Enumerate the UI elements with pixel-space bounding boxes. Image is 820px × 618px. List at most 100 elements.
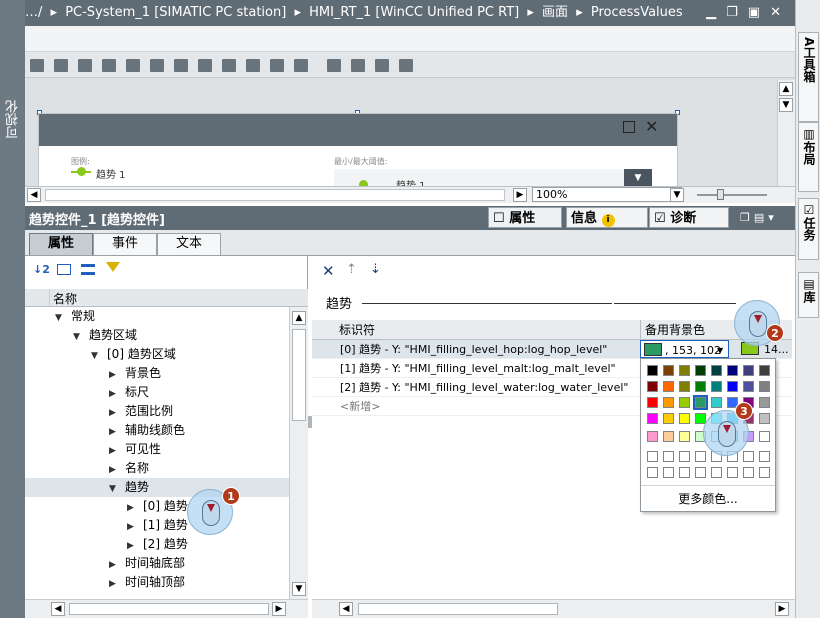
color-swatch[interactable] — [663, 365, 674, 376]
delete-icon[interactable]: ✕ — [322, 262, 335, 280]
bring-front-icon[interactable] — [327, 59, 341, 72]
color-swatch[interactable] — [743, 365, 754, 376]
tree-item[interactable]: ▶ 范围比例 — [25, 402, 290, 421]
tree-item[interactable]: ▶ 标尺 — [25, 383, 290, 402]
breadcrumb-screens[interactable]: 画面 — [542, 5, 568, 20]
color-swatch[interactable] — [743, 467, 754, 478]
color-swatch[interactable] — [663, 413, 674, 424]
align-right-icon[interactable] — [150, 59, 164, 72]
expand-icon[interactable]: ▶ — [109, 575, 119, 594]
color-swatch[interactable] — [679, 451, 690, 462]
color-swatch[interactable] — [679, 397, 690, 408]
restore-icon[interactable]: ❐ — [726, 5, 744, 20]
tab-texts[interactable]: 文本 — [157, 233, 221, 255]
color-swatch[interactable] — [647, 451, 658, 462]
tab-diagnostics[interactable]: ☑ 诊断 — [649, 207, 729, 228]
tree-item[interactable]: ▶ [0] 趋势 — [25, 497, 290, 516]
zoom-dropdown-icon[interactable]: ▼ — [670, 188, 684, 202]
color-swatch[interactable] — [695, 451, 706, 462]
color-swatch[interactable] — [663, 431, 674, 442]
scroll-left-icon[interactable]: ◀ — [51, 602, 65, 616]
color-swatch[interactable] — [647, 467, 658, 478]
group-icon[interactable] — [57, 264, 71, 275]
same-height-icon[interactable] — [294, 59, 308, 72]
color-swatch[interactable] — [711, 397, 722, 408]
maximize-icon[interactable]: ▣ — [748, 5, 766, 20]
scroll-left-icon[interactable]: ◀ — [339, 602, 353, 616]
move-up-icon[interactable]: ⇡ — [346, 262, 357, 277]
color-swatch[interactable] — [693, 395, 708, 410]
breadcrumb-root[interactable]: …/ — [25, 5, 42, 20]
move-down-icon[interactable]: ⇣ — [370, 262, 381, 277]
color-swatch[interactable] — [759, 431, 770, 442]
color-swatch[interactable] — [647, 431, 658, 442]
trend-control-preview[interactable]: ✕ 图例: 趋势 1 最小/最大阈值: 趋势 1 ▼ — [38, 113, 678, 192]
tab-info[interactable]: 信息 i — [566, 207, 648, 228]
panel-controls-icon[interactable]: ❐▤▾ — [740, 211, 778, 224]
tab-props[interactable]: 属性 — [29, 233, 93, 255]
align-center-icon[interactable] — [126, 59, 140, 72]
color-swatch[interactable] — [695, 467, 706, 478]
tree-item[interactable]: ▶ [1] 趋势 — [25, 516, 290, 535]
close-icon[interactable]: ✕ — [645, 117, 658, 136]
tree-vscroll[interactable]: ▲ ▼ — [289, 307, 308, 599]
canvas-vscroll[interactable]: ▲ ▼ — [777, 80, 795, 188]
color-field[interactable]: , 153, 102 ▼ — [640, 340, 729, 358]
align-middle-icon[interactable] — [198, 59, 212, 72]
color-swatch[interactable] — [647, 381, 658, 392]
canvas-hscroll[interactable]: ◀ ▶ 100% ▼ — [25, 186, 795, 203]
color-swatch[interactable] — [679, 467, 690, 478]
tree-item[interactable]: ▶ 背景色 — [25, 364, 290, 383]
rotate-left-icon[interactable] — [30, 59, 44, 72]
tree-item[interactable]: ▼ [0] 趋势区域 — [25, 345, 290, 364]
color-swatch[interactable] — [759, 451, 770, 462]
color-swatch[interactable] — [759, 365, 770, 376]
scroll-up-icon[interactable]: ▲ — [779, 82, 793, 96]
tree-item[interactable]: ▶ [2] 趋势 — [25, 535, 290, 554]
layout-tab[interactable]: ▥布局 — [798, 122, 819, 192]
table-row[interactable]: [0] 趋势 - Y: "HMI_filling_level_hop:log_h… — [312, 340, 792, 359]
scroll-down-icon[interactable]: ▼ — [292, 582, 306, 596]
toolbox-tab[interactable]: A工具箱 — [798, 32, 819, 122]
scroll-thumb[interactable] — [45, 189, 505, 201]
scroll-up-icon[interactable]: ▲ — [292, 311, 306, 325]
tab-events[interactable]: 事件 — [93, 233, 157, 255]
minimize-icon[interactable]: ▁ — [706, 5, 722, 20]
color-swatch[interactable] — [679, 365, 690, 376]
breadcrumb-processvalues[interactable]: ProcessValues — [591, 5, 683, 20]
color-swatch[interactable] — [759, 397, 770, 408]
close-icon[interactable]: ✕ — [770, 5, 787, 20]
align-left-icon[interactable] — [102, 59, 116, 72]
more-colors-button[interactable]: 更多颜色... — [641, 485, 775, 511]
tree-hscroll[interactable]: ◀ ▶ — [25, 599, 308, 618]
tree-item[interactable]: ▶ 可见性 — [25, 440, 290, 459]
scroll-thumb[interactable] — [69, 603, 269, 615]
color-swatch[interactable] — [727, 467, 738, 478]
forward-icon[interactable] — [375, 59, 389, 72]
scroll-right-icon[interactable]: ▶ — [272, 602, 286, 616]
tree-item[interactable]: ▶ 时间轴底部 — [25, 554, 290, 573]
scroll-thumb[interactable] — [292, 329, 306, 421]
scroll-down-icon[interactable]: ▼ — [779, 98, 793, 112]
color-swatch[interactable] — [695, 381, 706, 392]
color-swatch[interactable] — [663, 381, 674, 392]
same-width-icon[interactable] — [270, 59, 284, 72]
color-swatch[interactable] — [663, 397, 674, 408]
color-swatch[interactable] — [647, 397, 658, 408]
tasks-tab[interactable]: ☑任务 — [798, 198, 819, 260]
tree-item[interactable]: ▶ 时间轴顶部 — [25, 573, 290, 592]
color-swatch[interactable] — [679, 413, 690, 424]
splitter-handle[interactable] — [308, 416, 312, 428]
color-swatch[interactable] — [743, 381, 754, 392]
backward-icon[interactable] — [399, 59, 413, 72]
breadcrumb-hmi-rt[interactable]: HMI_RT_1 [WinCC Unified PC RT] — [309, 5, 519, 20]
rotate-right-icon[interactable] — [54, 59, 68, 72]
color-swatch[interactable] — [727, 365, 738, 376]
color-swatch[interactable] — [647, 413, 658, 424]
tree-item[interactable]: ▼ 趋势 — [25, 478, 290, 497]
color-swatch[interactable] — [759, 467, 770, 478]
align-bottom-icon[interactable] — [222, 59, 236, 72]
scroll-left-icon[interactable]: ◀ — [27, 188, 41, 202]
color-swatch[interactable] — [759, 413, 770, 424]
zoom-slider-thumb[interactable] — [717, 189, 724, 200]
